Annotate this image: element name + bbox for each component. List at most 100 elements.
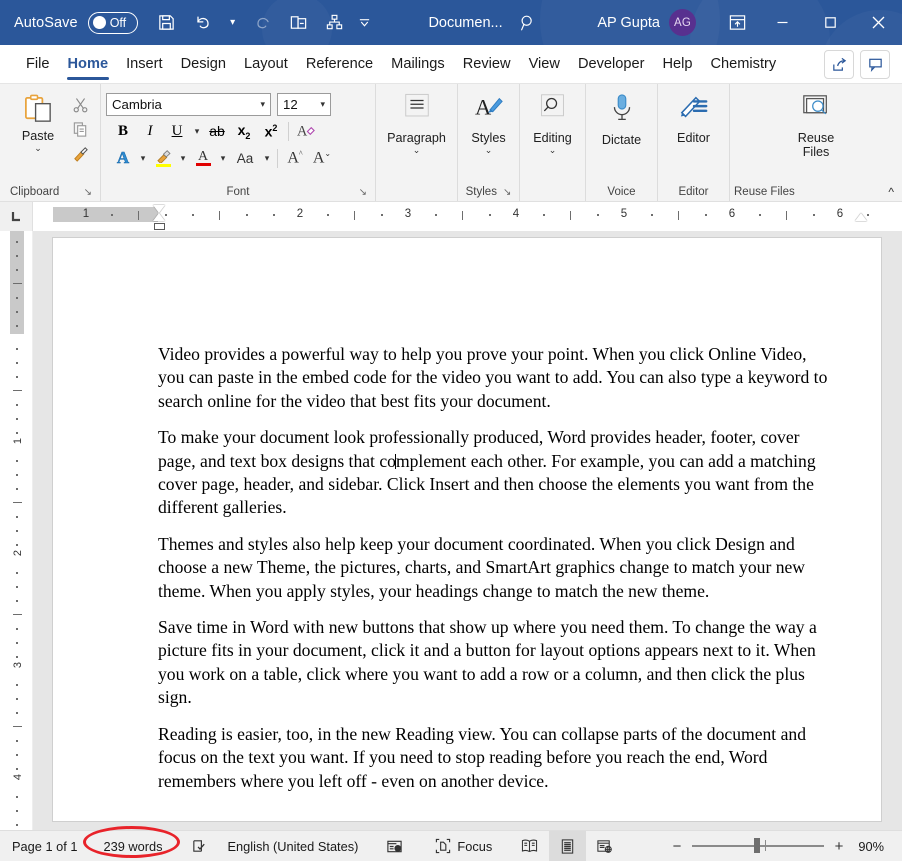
change-case-button[interactable]: Aa — [230, 146, 260, 170]
text-effects-icon[interactable]: A — [110, 146, 136, 170]
dictate-button[interactable]: Dictate — [591, 91, 652, 147]
copy-icon[interactable] — [67, 117, 93, 141]
styles-chevron-down-icon[interactable]: ⌄ — [485, 146, 493, 155]
font-size-input[interactable]: 12 ▾ — [277, 93, 331, 116]
zoom-out-button[interactable]: − — [671, 838, 683, 855]
grow-font-button[interactable]: A^ — [282, 146, 308, 170]
tab-chemistry[interactable]: Chemistry — [701, 45, 785, 83]
document-title[interactable]: Documen... — [428, 15, 502, 31]
hanging-indent-marker[interactable] — [153, 213, 165, 221]
document-scroll-area[interactable]: Video provides a powerful way to help yo… — [33, 231, 902, 830]
page-content[interactable]: Video provides a powerful way to help yo… — [53, 238, 881, 793]
accessibility-icon[interactable] — [368, 831, 413, 861]
search-icon[interactable] — [511, 7, 545, 39]
font-name-input[interactable]: Cambria ▾ — [106, 93, 271, 116]
cut-scissors-icon[interactable] — [67, 93, 93, 117]
paste-button[interactable]: Paste ⌄ — [9, 91, 67, 153]
styles-button[interactable]: A Styles ⌄ — [463, 91, 514, 155]
underline-button[interactable]: U — [164, 119, 190, 143]
redo-icon[interactable] — [246, 7, 280, 39]
text-effects-chevron-down-icon[interactable]: ▾ — [137, 153, 149, 164]
vertical-ruler[interactable]: 1 2 3 4 — [0, 231, 33, 834]
first-line-indent-marker[interactable] — [153, 205, 165, 213]
share-icon[interactable] — [824, 49, 854, 79]
font-dialog-launcher[interactable]: ↘ — [359, 187, 367, 198]
web-layout-button[interactable] — [586, 831, 623, 861]
save-icon[interactable] — [150, 7, 184, 39]
paragraph-3[interactable]: Themes and styles also help keep your do… — [158, 533, 836, 603]
zoom-slider[interactable] — [692, 838, 824, 854]
clear-formatting-icon[interactable]: A — [293, 119, 319, 143]
highlight-chevron-down-icon[interactable]: ▾ — [177, 153, 189, 164]
tab-view[interactable]: View — [520, 45, 569, 83]
editing-button[interactable]: Editing ⌄ — [525, 91, 580, 155]
focus-mode-button[interactable]: Focus — [413, 831, 502, 861]
hierarchy-icon[interactable] — [318, 7, 352, 39]
underline-chevron-down-icon[interactable]: ▾ — [191, 126, 203, 137]
font-size-chevron-down-icon[interactable]: ▾ — [320, 99, 325, 110]
change-case-chevron-down-icon[interactable]: ▾ — [261, 153, 273, 164]
zoom-level-label[interactable]: 90% — [854, 839, 892, 854]
paragraph-5[interactable]: Reading is easier, too, in the new Readi… — [158, 723, 836, 793]
account-name[interactable]: AP Gupta — [597, 15, 660, 31]
font-color-chevron-down-icon[interactable]: ▾ — [217, 153, 229, 164]
font-name-chevron-down-icon[interactable]: ▾ — [260, 99, 265, 110]
subscript-button[interactable]: x2 — [231, 119, 257, 143]
document-page[interactable]: Video provides a powerful way to help yo… — [53, 238, 881, 821]
tab-layout[interactable]: Layout — [235, 45, 297, 83]
autosave-toggle[interactable]: Off — [87, 11, 138, 34]
paragraph-1[interactable]: Video provides a powerful way to help yo… — [158, 343, 836, 413]
read-mode-button[interactable] — [502, 831, 549, 861]
undo-icon[interactable] — [186, 7, 220, 39]
styles-dialog-launcher[interactable]: ↘ — [503, 187, 511, 198]
maximize-button[interactable] — [806, 0, 854, 45]
proofing-check-icon[interactable] — [173, 831, 218, 861]
font-color-icon[interactable]: A — [190, 146, 216, 170]
avatar[interactable]: AG — [669, 9, 696, 36]
format-painter-icon[interactable] — [67, 141, 93, 165]
bold-button[interactable]: B — [110, 119, 136, 143]
strikethrough-button[interactable]: ab — [204, 119, 230, 143]
tab-review[interactable]: Review — [454, 45, 520, 83]
tab-stop-left-icon[interactable] — [0, 202, 33, 231]
tab-home[interactable]: Home — [59, 45, 118, 83]
editor-button[interactable]: Editor — [663, 91, 724, 145]
shrink-font-button[interactable]: A⌄ — [309, 146, 335, 170]
language-indicator[interactable]: English (United States) — [218, 831, 369, 861]
tab-insert[interactable]: Insert — [117, 45, 172, 83]
zoom-slider-thumb[interactable] — [754, 838, 760, 854]
tab-developer[interactable]: Developer — [569, 45, 654, 83]
tab-mailings[interactable]: Mailings — [382, 45, 454, 83]
close-button[interactable] — [854, 0, 902, 45]
left-indent-marker[interactable] — [153, 223, 165, 230]
minimize-button[interactable] — [758, 0, 806, 45]
qat-more-chevron-down-icon[interactable] — [354, 7, 376, 39]
horizontal-ruler[interactable]: 1 2 3 4 5 6 6 — [33, 202, 902, 231]
paragraph-button[interactable]: Paragraph ⌄ — [381, 91, 452, 155]
page-indicator[interactable]: Page 1 of 1 — [0, 831, 87, 861]
paste-chevron-down-icon[interactable]: ⌄ — [34, 144, 42, 153]
paragraph-2[interactable]: To make your document look professionall… — [158, 426, 836, 520]
tab-file[interactable]: File — [17, 45, 59, 83]
paragraph-chevron-down-icon[interactable]: ⌄ — [413, 146, 421, 155]
editing-chevron-down-icon[interactable]: ⌄ — [549, 146, 557, 155]
touch-mode-icon[interactable] — [282, 7, 316, 39]
ribbon-collapse-chevron-up-icon[interactable]: ^ — [888, 185, 894, 199]
right-indent-marker[interactable] — [855, 213, 867, 221]
clipboard-dialog-launcher[interactable]: ↘ — [84, 187, 92, 198]
word-count-indicator[interactable]: 239 words — [87, 831, 172, 861]
italic-button[interactable]: I — [137, 119, 163, 143]
undo-dropdown-chevron-down-icon[interactable]: ▾ — [222, 7, 244, 39]
ribbon-tab-bar: File Home Insert Design Layout Reference… — [0, 45, 902, 84]
tab-help[interactable]: Help — [653, 45, 701, 83]
paragraph-4[interactable]: Save time in Word with new buttons that … — [158, 616, 836, 710]
print-layout-button[interactable] — [549, 830, 587, 861]
superscript-button[interactable]: x2 — [258, 119, 284, 143]
reuse-files-button[interactable]: Reuse Files — [783, 91, 849, 159]
tab-reference[interactable]: Reference — [297, 45, 382, 83]
zoom-in-button[interactable]: + — [833, 838, 845, 855]
text-highlight-icon[interactable] — [150, 146, 176, 170]
tab-design[interactable]: Design — [172, 45, 235, 83]
comments-icon[interactable] — [860, 49, 890, 79]
ribbon-display-options-icon[interactable] — [716, 0, 758, 45]
